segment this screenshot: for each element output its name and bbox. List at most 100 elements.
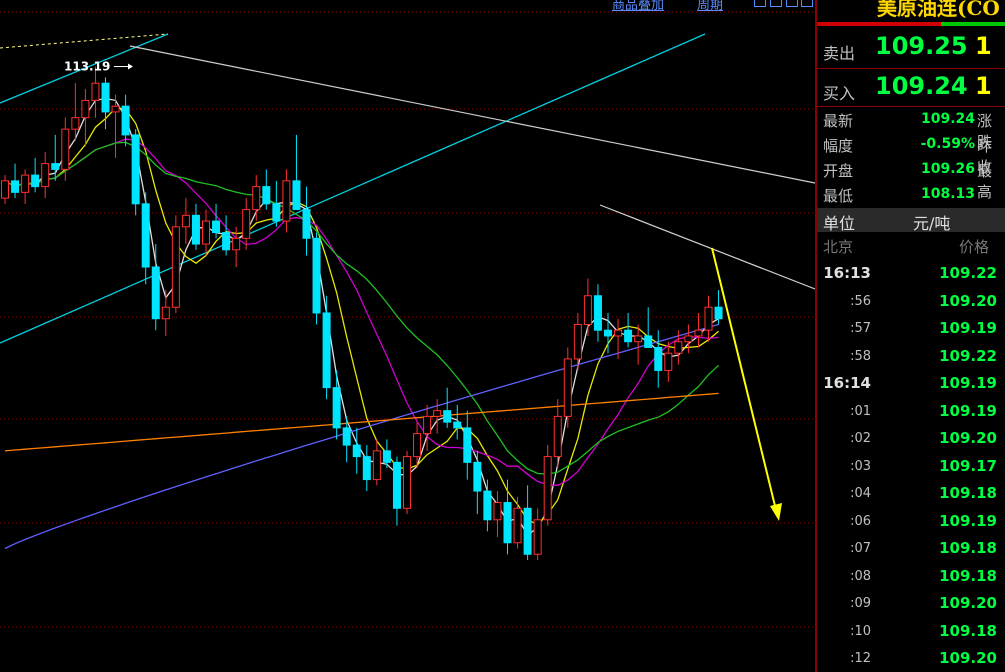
- candle-body: [624, 329, 633, 343]
- ma5-line: [4, 107, 720, 526]
- tick-price: 109.22: [939, 346, 997, 365]
- zoom-in-icon[interactable]: [754, 0, 766, 7]
- tick-price: 109.22: [939, 264, 997, 282]
- tick-price: 109.20: [939, 291, 997, 310]
- candle-body: [523, 507, 532, 555]
- tick-price: 109.20: [939, 649, 997, 667]
- candle-body: [473, 461, 482, 492]
- tick-row: 16:13 109.22: [817, 262, 1005, 289]
- candle-body: [654, 346, 663, 371]
- candle-body: [181, 214, 190, 228]
- divider: [817, 106, 1005, 107]
- candle-body: [433, 410, 442, 417]
- sell-label: 卖出: [823, 44, 856, 63]
- tick-time: :10: [850, 623, 871, 639]
- projection-arrow: [711, 247, 777, 511]
- candle-body: [121, 105, 130, 136]
- stat-value: 109.24: [920, 111, 975, 127]
- candle-body: [483, 490, 492, 521]
- candle-body: [161, 306, 170, 320]
- buy-price: 109.24: [875, 72, 968, 100]
- trend-line: [0, 33, 169, 49]
- candle-body: [352, 444, 361, 458]
- tick-row: :02 109.20: [817, 427, 1005, 454]
- high-price-arrowhead: [128, 63, 133, 70]
- candle-body: [382, 450, 391, 463]
- candlestick-chart[interactable]: 113.19 商品叠加 周期: [0, 0, 815, 672]
- divider: [817, 68, 1005, 69]
- candle-body: [443, 410, 452, 423]
- candle-body: [131, 134, 140, 205]
- tick-time: :04: [850, 486, 871, 501]
- ma10-line: [4, 138, 719, 486]
- chart-canvas[interactable]: 113.19: [0, 0, 815, 672]
- tick-row: :58 109.22: [817, 345, 1005, 372]
- tick-header-time: 北京: [823, 238, 854, 256]
- candle-body: [111, 105, 120, 113]
- zoom-out-icon[interactable]: [770, 0, 782, 7]
- tick-row: :09 109.20: [817, 592, 1005, 619]
- tick-row: :03 109.17: [817, 455, 1005, 482]
- candle-body: [262, 186, 271, 205]
- quote-panel: 美原油连(CO 卖出 109.25 1 买入 109.24 1 最新 109.2…: [815, 0, 1005, 672]
- candle-body: [282, 180, 291, 222]
- candle-body: [242, 209, 251, 239]
- candle-body: [342, 427, 351, 446]
- tick-price: 109.18: [939, 566, 997, 585]
- tick-price: 109.18: [939, 539, 997, 557]
- candle-body: [704, 306, 713, 331]
- ma60-line: [4, 323, 719, 550]
- trend-line: [599, 204, 815, 290]
- ma120-line: [4, 392, 719, 452]
- candle-body: [714, 306, 723, 320]
- candle-body: [553, 415, 562, 458]
- stat-label: 最高: [977, 162, 993, 201]
- high-price-label: 113.19: [64, 60, 110, 74]
- tick-row: :04 109.18: [817, 482, 1005, 509]
- tick-row: :56 109.20: [817, 290, 1005, 317]
- sell-price: 109.25: [875, 32, 968, 60]
- tick-row: :07 109.18: [817, 537, 1005, 564]
- period-button[interactable]: 周期: [697, 0, 723, 13]
- close-icon[interactable]: [801, 0, 813, 7]
- overlay-button[interactable]: 商品叠加: [612, 0, 664, 13]
- tick-price: 109.19: [939, 374, 997, 392]
- tick-time: :07: [850, 541, 871, 556]
- tick-price: 109.19: [939, 319, 997, 337]
- title-underline-green: [941, 22, 1005, 26]
- candle-body: [101, 82, 110, 113]
- sell-volume: 1: [975, 32, 992, 60]
- candle-body: [302, 209, 311, 239]
- candle-body: [91, 82, 100, 101]
- candle-body: [41, 163, 50, 188]
- candle-body: [644, 335, 653, 348]
- candle-body: [543, 456, 552, 521]
- candle-body: [222, 232, 231, 251]
- candle-body: [684, 335, 693, 343]
- stat-label: 开盘: [823, 162, 854, 180]
- sell-row[interactable]: 卖出 109.25 1: [817, 30, 1005, 68]
- tick-time: :03: [850, 458, 871, 474]
- tick-price: 109.19: [939, 401, 997, 420]
- candle-body: [151, 266, 160, 320]
- candle-body: [252, 186, 261, 211]
- buy-row[interactable]: 买入 109.24 1: [817, 70, 1005, 108]
- candle-body: [674, 341, 683, 354]
- window-icon[interactable]: [786, 0, 798, 7]
- candle-body: [493, 502, 502, 521]
- tick-time: :56: [850, 293, 871, 309]
- candle-body: [61, 128, 70, 170]
- candle-body: [392, 461, 401, 509]
- candle-body: [312, 237, 321, 314]
- unit-value: 元/吨: [913, 214, 951, 233]
- candle-body: [362, 456, 371, 481]
- candle-body: [463, 427, 472, 463]
- candle-body: [583, 295, 592, 325]
- stat-value: 108.13: [920, 186, 975, 202]
- candle-body: [1, 180, 9, 199]
- stat-value: -0.59%: [920, 136, 975, 152]
- tick-price: 109.18: [939, 621, 997, 640]
- tick-time: :09: [850, 596, 871, 611]
- tick-price: 109.20: [939, 429, 997, 447]
- candle-body: [372, 450, 381, 481]
